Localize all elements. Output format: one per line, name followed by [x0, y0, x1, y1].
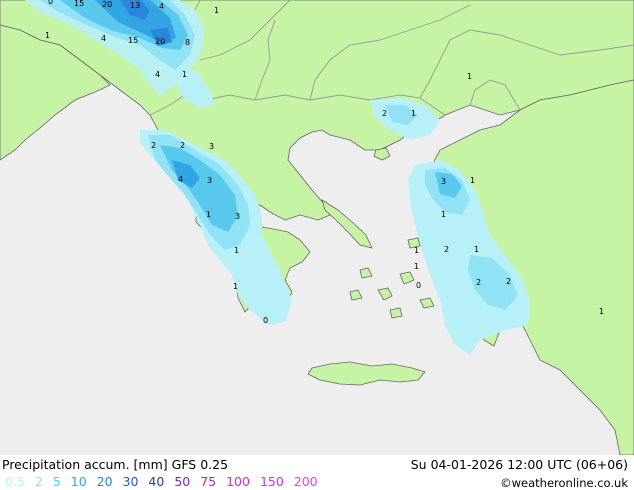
map-label: 1: [411, 109, 416, 118]
land-island: [389, 307, 403, 319]
map-label: 1: [470, 176, 475, 185]
map-label: 1: [441, 210, 446, 219]
map-label: 2: [382, 109, 387, 118]
legend-item: 5: [52, 474, 61, 489]
precip-legend: 0.5 2 5 10 20 30 40 50 75 100 150 200: [5, 474, 324, 489]
legend-item: 20: [96, 474, 113, 489]
legend-item: 10: [70, 474, 87, 489]
legend-item: 2: [34, 474, 43, 489]
map-label: 0: [263, 316, 268, 325]
map-label: 3: [207, 176, 212, 185]
map-label: 1: [414, 262, 419, 271]
map-label: 1: [206, 210, 211, 219]
map-label: 2: [180, 141, 185, 150]
map-label: 20: [102, 0, 112, 9]
map-label: 4: [155, 70, 160, 79]
map-label: 2: [444, 245, 449, 254]
map-label: 3: [441, 177, 446, 186]
map-label: 1: [233, 282, 238, 291]
map-label: 1: [234, 246, 239, 255]
map-label: 13: [130, 1, 140, 10]
map-label: 2: [506, 277, 511, 286]
map-title: Precipitation accum. [mm] GFS 0.25: [2, 457, 229, 472]
map-canvas: 0 15 20 13 4 1 1 4 15 20 8 4 1 2 1 1 2 2…: [0, 0, 634, 455]
legend-item: 30: [122, 474, 139, 489]
legend-item: 75: [200, 474, 217, 489]
map-label: 0: [416, 281, 421, 290]
legend-item: 50: [174, 474, 191, 489]
map-label: 15: [128, 36, 138, 45]
precipitation-map: 0 15 20 13 4 1 1 4 15 20 8 4 1 2 1 1 2 2…: [0, 0, 634, 490]
map-label: 3: [235, 212, 240, 221]
map-label: 1: [467, 72, 472, 81]
map-label: 1: [414, 246, 419, 255]
map-label: 3: [209, 142, 214, 151]
legend-item: 100: [226, 474, 250, 489]
legend-item: 150: [259, 474, 284, 489]
map-label: 1: [182, 70, 187, 79]
legend-item: 0.5: [5, 474, 25, 489]
map-label: 4: [159, 2, 164, 11]
map-label: 15: [74, 0, 84, 8]
map-label: 1: [599, 307, 604, 316]
legend-item: 200: [293, 474, 318, 489]
legend-item: 40: [148, 474, 165, 489]
map-label: 2: [151, 141, 156, 150]
map-label: 2: [476, 278, 481, 287]
map-label: 1: [214, 6, 219, 15]
map-label: 1: [474, 245, 479, 254]
map-label: 4: [178, 175, 183, 184]
map-label: 0: [48, 0, 53, 6]
map-label: 8: [185, 38, 190, 47]
map-label: 4: [101, 34, 106, 43]
forecast-datetime: Su 04-01-2026 12:00 UTC (06+06): [410, 457, 628, 472]
credit-link[interactable]: ©weatheronline.co.uk: [500, 476, 628, 490]
map-label: 1: [45, 31, 50, 40]
map-footer: Precipitation accum. [mm] GFS 0.25 Su 04…: [0, 455, 634, 490]
map-label: 20: [155, 37, 165, 46]
